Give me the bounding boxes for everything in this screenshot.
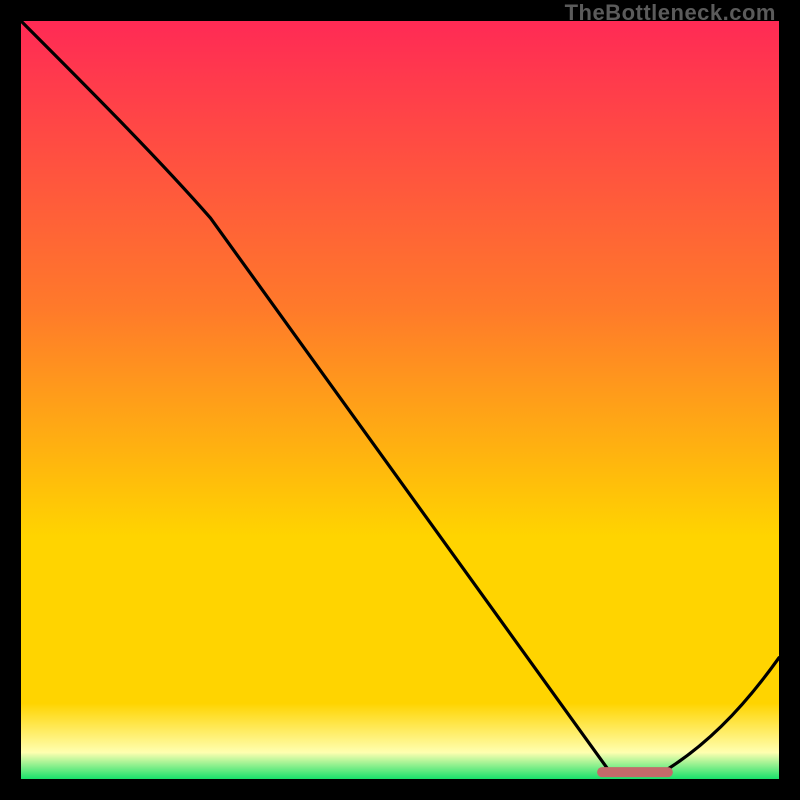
plot-area — [21, 21, 779, 779]
chart-svg — [21, 21, 779, 779]
chart-frame: TheBottleneck.com — [0, 0, 800, 800]
optimal-range-marker — [597, 767, 673, 777]
